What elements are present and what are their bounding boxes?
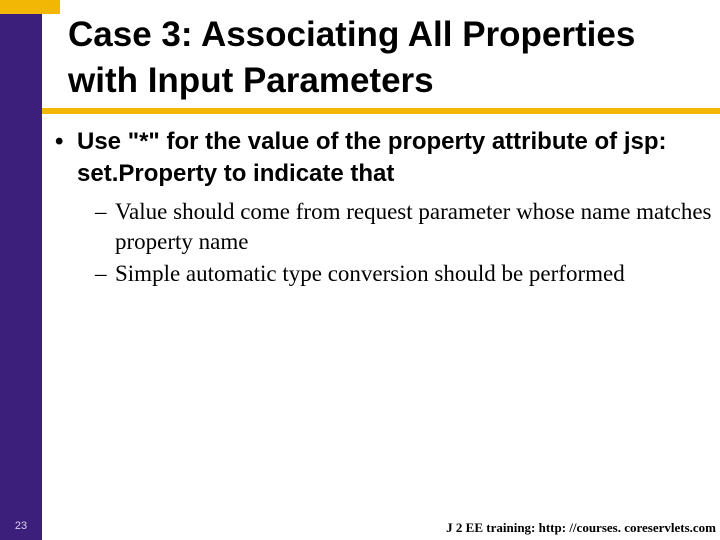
slide-content: • Use "*" for the value of the property … — [55, 126, 715, 290]
bullet-level1: • Use "*" for the value of the property … — [55, 126, 715, 191]
dash-marker: – — [95, 259, 115, 289]
dash-marker: – — [95, 197, 115, 227]
page-number: 23 — [0, 520, 42, 540]
title-underline — [42, 108, 720, 114]
bullet-level2: – Value should come from request paramet… — [55, 197, 715, 257]
bullet-text: Use "*" for the value of the property at… — [77, 128, 667, 187]
bullet-marker: • — [55, 126, 77, 158]
bullet-level2: – Simple automatic type conversion shoul… — [55, 259, 715, 289]
bullet-text: Value should come from request parameter… — [115, 199, 712, 254]
corner-accent — [0, 0, 60, 14]
bullet-text: Simple automatic type conversion should … — [115, 261, 625, 286]
footer-text: J 2 EE training: http: //courses. corese… — [446, 520, 716, 536]
slide-title: Case 3: Associating All Properties with … — [68, 12, 708, 103]
left-accent-bar — [0, 0, 42, 540]
